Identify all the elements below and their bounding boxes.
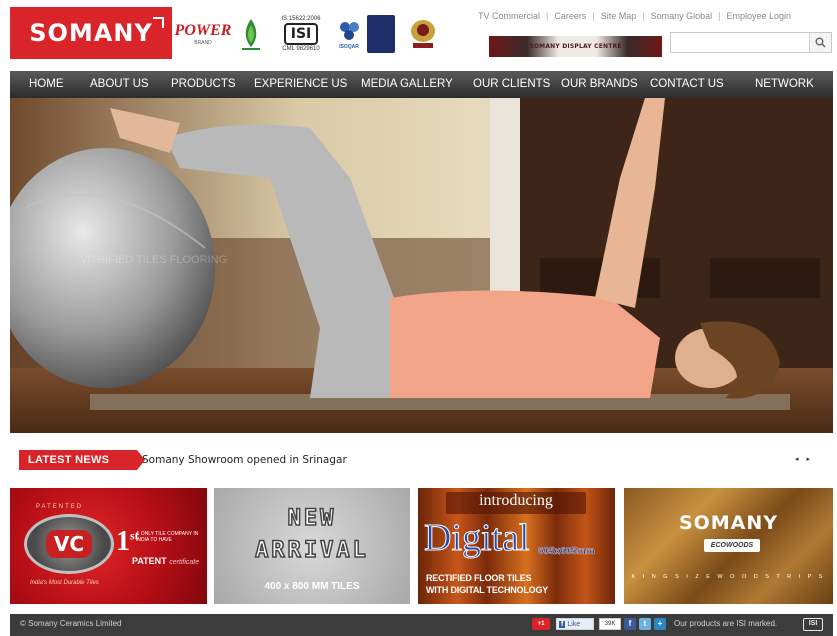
promo-durable-tagline: India's Most Durable Tiles [30, 580, 99, 586]
facebook-icon: f [559, 620, 566, 628]
promo-rectified-line1: RECTIFIED FLOOR TILES [426, 573, 532, 583]
hero-banner[interactable]: VITRIFIED TILES FLOORING [10, 98, 833, 433]
promo-introducing-text: introducing [446, 492, 586, 514]
isi-footer-icon: ISI [803, 618, 823, 631]
link-careers[interactable]: Careers [554, 11, 586, 21]
nav-products[interactable]: PRODUCTS [171, 78, 236, 90]
link-site-map[interactable]: Site Map [601, 11, 637, 21]
somany-logo[interactable]: SOMANY [10, 7, 172, 59]
promo-vc-shield[interactable]: PATENTED VC 1st & ONLY TILE COMPANY IN I… [10, 488, 207, 604]
top-links: TV Commercial | Careers | Site Map | Som… [478, 11, 792, 21]
share-icon[interactable]: + [654, 618, 666, 630]
nav-experience-us[interactable]: EXPERIENCE US [254, 78, 347, 90]
promo-patent-text: PATENT [132, 556, 167, 566]
promo-digital-text: Digital [424, 517, 531, 560]
nav-about-us[interactable]: ABOUT US [90, 78, 149, 90]
promo-ecowoods-brand: SOMANY [678, 512, 779, 534]
promo-new-text: NEW [287, 505, 337, 532]
latest-news-bar: LATEST NEWS Somany Showroom opened in Sr… [10, 447, 833, 473]
promo-new-arrival[interactable]: NEW ARRIVAL 400 x 800 MM TILES [214, 488, 410, 604]
search-icon [815, 37, 826, 48]
twitter-share-icon[interactable]: t [639, 618, 651, 630]
facebook-like-button[interactable]: f Like [556, 618, 594, 630]
copyright-text: © Somany Ceramics Limited [20, 619, 122, 628]
promo-arrival-text: ARRIVAL [254, 537, 369, 564]
nav-network[interactable]: NETWORK [755, 78, 814, 90]
logo-tick-icon [153, 17, 164, 28]
facebook-share-icon[interactable]: f [624, 618, 636, 630]
nav-our-clients[interactable]: OUR CLIENTS [473, 78, 550, 90]
promo-patented-text: PATENTED [36, 504, 84, 510]
link-tv-commercial[interactable]: TV Commercial [478, 11, 540, 21]
isi-badge: IS:15622:2006 ISI CML 9829610 [278, 8, 324, 60]
promo-first-number: 1 [116, 526, 130, 557]
facebook-like-label: Like [567, 620, 581, 628]
vc-logo-text: VC [45, 530, 93, 558]
promo-kingsize-text: K I N G S I Z E W O O D S T R I P S [631, 574, 826, 580]
search-button[interactable] [809, 33, 831, 52]
main-nav: HOME ABOUT US PRODUCTS EXPERIENCE US MED… [10, 71, 833, 98]
isoqar-text: ISOQAR [339, 44, 359, 50]
green-certification-icon [235, 8, 267, 60]
news-nav-arrows-icon[interactable]: ◂ ▸ [795, 455, 813, 463]
facebook-like-count: 39K [599, 618, 621, 630]
promo-rectified-text: RECTIFIED FLOOR TILES WITH DIGITAL TECHNO… [426, 572, 548, 596]
isoqar-badge: ISOQAR [334, 8, 364, 60]
promo-certificate-text: certificate [169, 559, 200, 566]
promo-patent-line: PATENT certificate [132, 556, 199, 566]
isi-mark-icon: ISI [284, 23, 318, 45]
isi-standard: IS:15622:2006 [281, 16, 321, 22]
nav-contact-us[interactable]: CONTACT US [650, 78, 724, 90]
promo-rectified-line2: WITH DIGITAL TECHNOLOGY [426, 585, 549, 595]
latest-news-badge: LATEST NEWS [19, 450, 145, 470]
page: SOMANY POWER BRAND IS:15622:2006 ISI CML… [0, 0, 837, 636]
isi-cml: CML 9829610 [282, 46, 320, 52]
banner-image: VITRIFIED TILES FLOORING [10, 98, 833, 433]
promo-dimension-text: 605x605mm [538, 546, 595, 557]
promo-ecowoods-label: ECOWOODS [704, 539, 760, 552]
display-centre-label: SOMANY DISPLAY CENTRE [529, 43, 622, 50]
site-header: SOMANY POWER BRAND IS:15622:2006 ISI CML… [0, 0, 837, 70]
power-brand-text: POWER [174, 22, 232, 39]
promo-digital-tiles[interactable]: introducing Digital 605x605mm RECTIFIED … [418, 488, 615, 604]
display-centre-button[interactable]: SOMANY DISPLAY CENTRE [489, 36, 662, 57]
isi-note: Our products are ISI marked. [674, 619, 778, 628]
isoqar-icon [340, 22, 359, 40]
promo-ecowoods[interactable]: SOMANY ECOWOODS K I N G S I Z E W O O D … [624, 488, 833, 604]
logo-text: SOMANY [29, 19, 153, 47]
link-employee-login[interactable]: Employee Login [726, 11, 791, 21]
promo-only-company-text: & ONLY TILE COMPANY IN INDIA TO HAVE [136, 531, 199, 543]
banner-watermark: VITRIFIED TILES FLOORING [80, 254, 227, 266]
government-crest-icon [405, 8, 441, 60]
link-somany-global[interactable]: Somany Global [651, 11, 713, 21]
nav-media-gallery[interactable]: MEDIA GALLERY [361, 78, 453, 90]
search-box [670, 32, 832, 53]
news-headline[interactable]: Somany Showroom opened in Srinagar [142, 454, 347, 466]
google-plus-button[interactable]: +1 [532, 618, 550, 630]
nav-home[interactable]: HOME [29, 78, 64, 90]
vc-shield-icon: VC [24, 514, 114, 574]
site-footer: © Somany Ceramics Limited +1 f Like 39K f… [10, 614, 833, 636]
promo-size-text: 400 x 800 MM TILES [264, 581, 360, 592]
nav-our-brands[interactable]: OUR BRANDS [561, 78, 638, 90]
latest-news-label: LATEST NEWS [28, 454, 110, 466]
power-brand-badge: POWER BRAND [174, 8, 232, 60]
search-input[interactable] [671, 33, 809, 52]
ukas-badge-icon [366, 8, 396, 60]
power-brand-sub: BRAND [194, 40, 212, 46]
